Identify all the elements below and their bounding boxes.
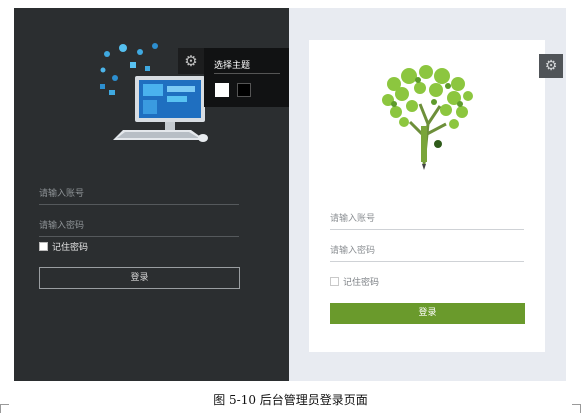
remember-password-row[interactable]: 记住密码 (39, 240, 88, 253)
page-corner-mark (0, 404, 9, 413)
theme-picker-divider (214, 73, 280, 74)
gear-icon[interactable]: ⚙ (539, 54, 563, 78)
black-theme-swatch[interactable] (237, 83, 251, 97)
theme-picker-title: 选择主题 (214, 61, 251, 71)
remember-label: 记住密码 (343, 278, 380, 288)
remember-checkbox[interactable] (330, 277, 339, 286)
remember-password-row[interactable]: 记住密码 (330, 275, 379, 288)
figure-caption: 图 5-10 后台管理员登录页面 (213, 393, 368, 407)
password-input[interactable]: 请输入密码 (39, 218, 239, 237)
tree-pencil-illustration (382, 65, 473, 170)
theme-picker-popup: 选择主题 (204, 48, 289, 107)
password-input[interactable]: 请输入密码 (330, 243, 524, 262)
page-corner-mark (572, 404, 581, 413)
username-input[interactable]: 请输入账号 (330, 211, 524, 230)
remember-checkbox[interactable] (39, 242, 48, 251)
login-button[interactable]: 登录 (39, 267, 240, 289)
login-button[interactable]: 登录 (330, 303, 525, 324)
gear-icon[interactable]: ⚙ (178, 48, 204, 74)
remember-label: 记住密码 (52, 243, 89, 253)
username-input[interactable]: 请输入账号 (39, 186, 239, 205)
white-theme-swatch[interactable] (215, 83, 229, 97)
